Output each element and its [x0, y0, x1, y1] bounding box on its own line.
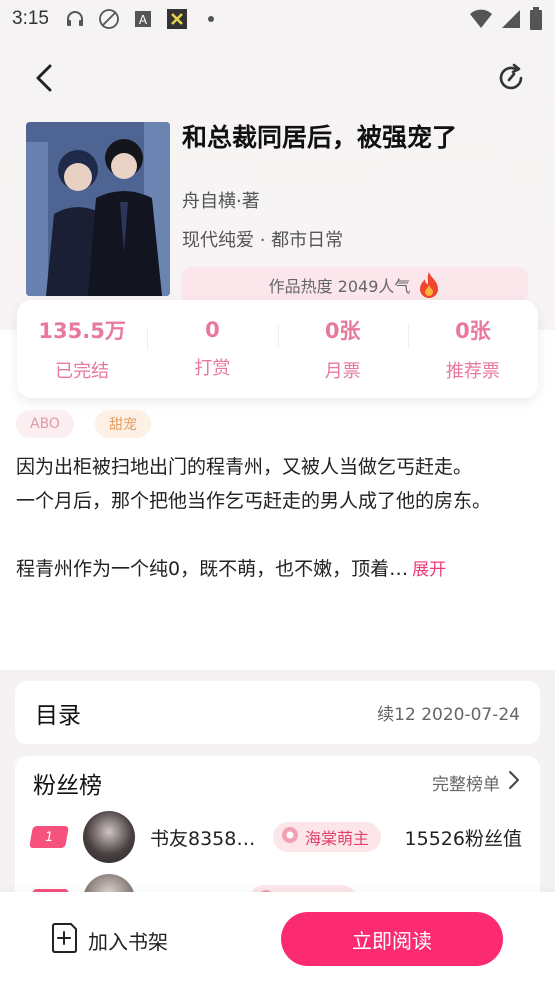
rank-badge: 1 — [29, 826, 69, 848]
status-time: 3:15 — [12, 8, 49, 29]
status-bar: 3:15 A — [0, 0, 555, 38]
app-icon — [165, 7, 189, 31]
fans-card: 粉丝榜 完整榜单 1 书友8358… 海棠萌主 15526粉丝值 2 ᖰ莃ᑋᑊᖰ… — [15, 756, 540, 906]
refresh-icon — [495, 62, 527, 98]
battery-icon — [529, 7, 543, 36]
stat-monthly-ticket[interactable]: 0张 月票 — [277, 315, 408, 383]
fans-title: 粉丝榜 — [33, 773, 102, 799]
catalog-card[interactable]: 目录 续12 2020-07-24 — [15, 681, 540, 744]
tag-abo[interactable]: ABO — [16, 410, 74, 438]
book-cover[interactable] — [26, 122, 170, 296]
description-line: 因为出柜被扫地出门的程青州，又被人当做乞丐赶走。 — [16, 456, 473, 478]
heat-text: 作品热度 2049人气 — [268, 277, 411, 296]
stat-value: 0张 — [455, 319, 491, 343]
flame-icon — [418, 271, 440, 299]
chevron-left-icon — [33, 63, 55, 97]
chevron-right-icon — [508, 770, 520, 795]
svg-text:A: A — [139, 13, 148, 27]
catalog-title: 目录 — [35, 702, 81, 729]
stat-label: 打赏 — [194, 358, 231, 379]
bottom-action-bar: 加入书架 立即阅读 — [0, 892, 555, 986]
stat-value: 0张 — [324, 319, 361, 343]
back-button[interactable] — [26, 62, 62, 98]
stat-word-count: 135.5万 已完结 — [17, 315, 147, 383]
stat-label: 已完结 — [55, 361, 110, 382]
tag-sweet[interactable]: 甜宠 — [95, 410, 151, 438]
signal-icon — [501, 8, 521, 35]
expand-link[interactable]: 展开 — [412, 560, 446, 580]
book-title: 和总裁同居后，被强宠了 — [182, 123, 458, 152]
avatar[interactable] — [83, 811, 135, 863]
add-bookshelf-icon — [50, 922, 78, 959]
cover-illustration — [26, 122, 170, 296]
full-ranking-label: 完整榜单 — [432, 775, 500, 795]
stat-label: 推荐票 — [445, 361, 500, 382]
flower-icon — [281, 826, 299, 848]
stat-recommend-ticket[interactable]: 0张 推荐票 — [407, 315, 538, 383]
stats-card: 135.5万 已完结 0 打赏 0张 月票 0张 推荐票 — [17, 300, 538, 398]
refresh-button[interactable] — [493, 62, 529, 98]
full-ranking-link[interactable]: 完整榜单 — [432, 770, 520, 795]
stat-tip[interactable]: 0 打赏 — [147, 318, 277, 380]
wifi-icon — [469, 8, 493, 35]
book-genre: 现代纯爱 · 都市日常 — [182, 230, 344, 251]
font-icon: A — [131, 7, 155, 31]
fan-row[interactable]: 1 书友8358… 海棠萌主 15526粉丝值 — [15, 809, 540, 865]
catalog-info: 续12 2020-07-24 — [377, 705, 520, 725]
fan-level-badge: 海棠萌主 — [273, 822, 382, 852]
stat-value: 0 — [205, 318, 220, 342]
heat-bar[interactable]: 作品热度 2049人气 — [181, 267, 528, 303]
no-ads-icon — [97, 7, 121, 31]
description-line-last: 程青州作为一个纯0，既不萌，也不嫩，顶着… 展开 — [16, 552, 526, 587]
stat-label: 月票 — [324, 361, 361, 382]
add-to-shelf-label: 加入书架 — [88, 930, 168, 954]
fan-score: 15526粉丝值 — [404, 827, 522, 850]
book-author[interactable]: 舟自横·著 — [182, 187, 260, 213]
book-description[interactable]: 因为出柜被扫地出门的程青州，又被人当做乞丐赶走。 一个月后，那个把他当作乞丐赶走… — [16, 450, 526, 587]
description-text: 程青州作为一个纯0，既不萌，也不嫩，顶着… — [16, 558, 409, 580]
read-now-button[interactable]: 立即阅读 — [281, 912, 503, 966]
fan-name: 书友8358… — [150, 827, 256, 850]
add-to-shelf-button[interactable]: 加入书架 — [50, 922, 168, 959]
description-line: 一个月后，那个把他当作乞丐赶走的男人成了他的房东。 — [16, 490, 492, 512]
fan-badge-label: 海棠萌主 — [305, 829, 370, 848]
dot-icon — [199, 7, 223, 31]
status-right — [469, 7, 543, 36]
headphone-icon — [63, 7, 87, 31]
stat-value: 135.5万 — [38, 319, 126, 343]
